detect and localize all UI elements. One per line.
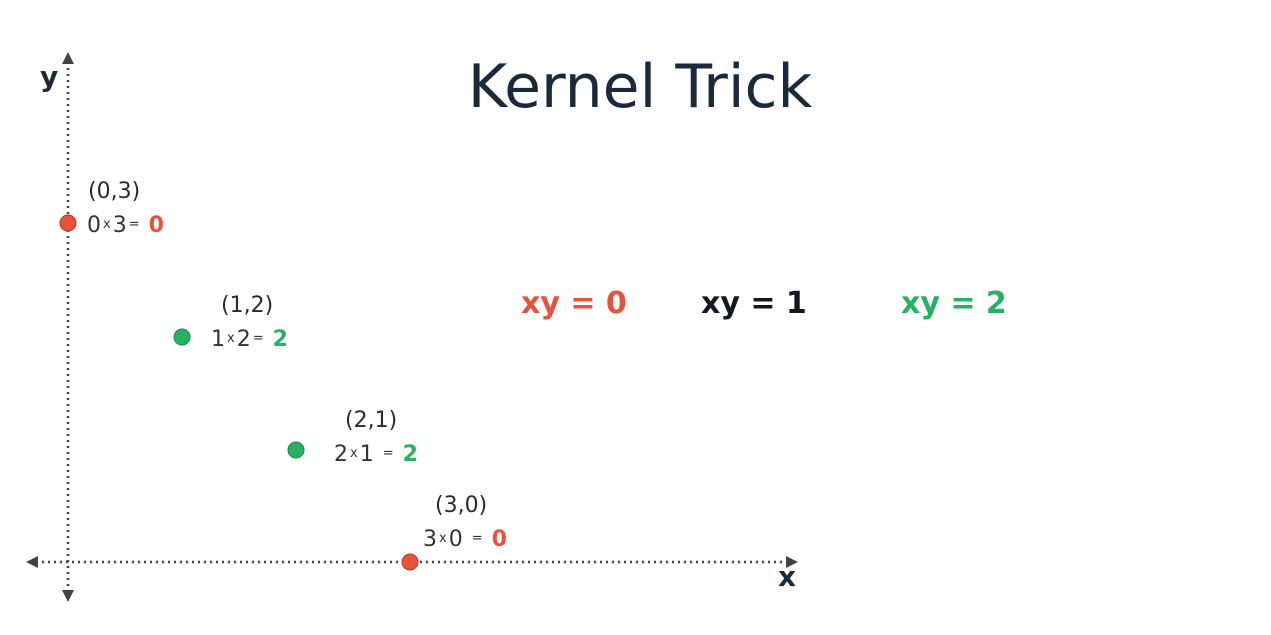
legend-xy-1: xy = 1 <box>701 286 807 321</box>
multiply-sign: x <box>350 446 358 461</box>
calc-result: 0 <box>491 527 507 552</box>
multiply-sign: x <box>103 217 111 232</box>
calc-operand-a: 3 <box>423 527 437 552</box>
equals-sign: = <box>128 217 140 232</box>
calc-operand-b: 3 <box>112 213 127 238</box>
calc-result: 2 <box>402 442 418 467</box>
y-axis-arrow-down <box>62 590 74 602</box>
calc-operand-a: 2 <box>334 442 348 467</box>
calc-operand-b: 2 <box>236 327 251 352</box>
y-axis-label: y <box>40 60 59 93</box>
product-calc-0-3: 0 x3 = 0 <box>87 213 164 238</box>
x-axis-arrow-left <box>26 556 38 568</box>
product-calc-2-1: 2 x1 = 2 <box>334 442 418 467</box>
calc-operand-a: 0 <box>87 213 101 238</box>
page-title: Kernel Trick <box>467 52 813 122</box>
y-axis-arrow-up <box>62 52 74 64</box>
point-label-0-3: (0,3) <box>88 179 141 204</box>
point-0-3 <box>59 214 77 232</box>
calc-operand-b: 0 <box>448 527 463 552</box>
point-1-2 <box>173 328 191 346</box>
equals-sign: = <box>252 331 264 346</box>
point-label-3-0: (3,0) <box>435 493 488 518</box>
multiply-sign: x <box>439 531 447 546</box>
point-2-1 <box>287 441 305 459</box>
equals-sign: = <box>471 531 483 546</box>
legend-xy-0: xy = 0 <box>521 286 627 321</box>
calc-operand-b: 1 <box>359 442 374 467</box>
calc-operand-a: 1 <box>211 327 225 352</box>
point-label-1-2: (1,2) <box>221 293 274 318</box>
legend-xy-2: xy = 2 <box>901 286 1007 321</box>
multiply-sign: x <box>227 331 235 346</box>
kernel-trick-diagram: Kernel Trick y x (0,3) 0 x3 = 0 (1,2) 1 x2 =… <box>0 0 1271 635</box>
point-3-0 <box>401 553 419 571</box>
point-label-2-1: (2,1) <box>345 408 398 433</box>
product-calc-1-2: 1 x2 = 2 <box>211 327 288 352</box>
equals-sign: = <box>382 446 394 461</box>
product-calc-3-0: 3 x0 = 0 <box>423 527 507 552</box>
calc-result: 0 <box>148 213 164 238</box>
calc-result: 2 <box>272 327 288 352</box>
x-axis-label: x <box>778 560 797 593</box>
